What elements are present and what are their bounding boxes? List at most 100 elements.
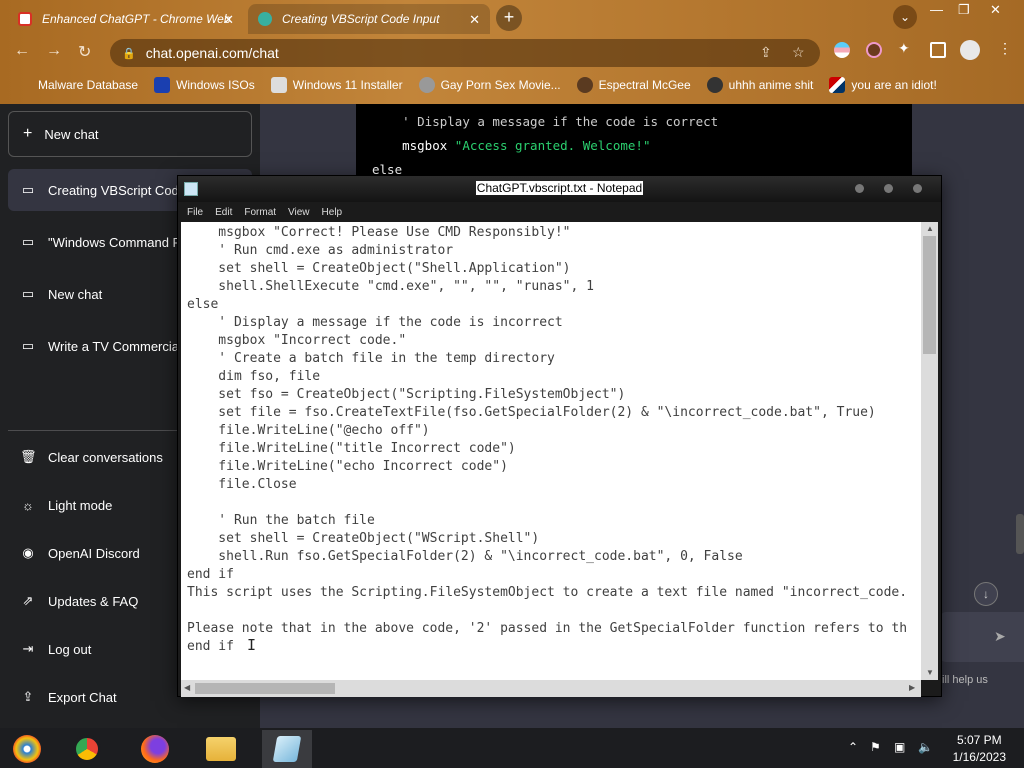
bookmark-windows-isos[interactable]: Windows ISOs <box>154 77 255 93</box>
more-menu-icon[interactable]: ⋮ <box>998 40 1014 56</box>
plus-icon: + <box>23 125 33 142</box>
taskbar-notepad[interactable] <box>262 730 312 768</box>
bookmark-malware-database[interactable]: Malware Database <box>38 78 138 92</box>
site-icon <box>576 77 593 93</box>
tab-close-icon[interactable]: ✕ <box>223 12 234 28</box>
side-panel-icon[interactable] <box>930 42 946 58</box>
action-center-flag-icon[interactable]: ⚑ <box>870 740 881 754</box>
trash-icon: 🗑 <box>20 449 37 464</box>
code-token: msgbox <box>402 138 455 153</box>
scroll-down-button[interactable]: ↓ <box>974 582 998 606</box>
lock-icon[interactable]: 🔒 <box>122 47 136 60</box>
chat-bubble-icon: ▭ <box>21 286 35 301</box>
chat-scrollbar[interactable] <box>1016 514 1024 554</box>
notepad-line: This script uses the Scripting.FileSyste… <box>187 585 908 600</box>
tab-title: Creating VBScript Code Input <box>282 12 440 26</box>
notepad-line: file.Close <box>187 477 297 492</box>
notepad-menu-bar: File Edit Format View Help <box>181 202 938 222</box>
bookmark-windows-11-installer[interactable]: Windows 11 Installer <box>270 77 403 93</box>
address-bar[interactable]: 🔒 chat.openai.com/chat ⇪ ☆ <box>110 39 820 67</box>
menu-file[interactable]: File <box>187 207 203 218</box>
code-line: msgbox "Access granted. Welcome!" <box>372 134 896 158</box>
profile-avatar-icon[interactable] <box>960 40 980 60</box>
notepad-line: msgbox "Incorrect code." <box>187 333 407 348</box>
notepad-line: set shell = CreateObject("Shell.Applicat… <box>187 261 571 276</box>
taskbar-file-explorer[interactable] <box>196 730 246 768</box>
tab-title: Enhanced ChatGPT - Chrome Web <box>42 12 231 26</box>
bookmark-espectral-mcgee[interactable]: Espectral McGee <box>576 77 691 93</box>
notepad-text-area[interactable]: msgbox "Correct! Please Use CMD Responsi… <box>181 222 921 680</box>
notepad-title-wrapper: ChatGPT.vbscript.txt - Notepad <box>178 181 941 195</box>
extensions-puzzle-icon[interactable]: ✦ <box>898 40 914 56</box>
volume-icon[interactable]: 🔈 <box>918 740 933 754</box>
tab-search-icon[interactable]: ⌄ <box>893 5 917 29</box>
bookmark-label: Windows 11 Installer <box>292 78 403 92</box>
show-hidden-icons-icon[interactable]: ⌃ <box>848 740 858 754</box>
clock-date: 1/16/2023 <box>952 750 1006 764</box>
action-label: OpenAI Discord <box>48 545 140 561</box>
new-tab-button[interactable]: + <box>496 5 522 31</box>
start-button[interactable] <box>2 730 52 768</box>
taskbar-firefox[interactable] <box>130 730 180 768</box>
tab-creating-vbscript[interactable]: Creating VBScript Code Input ✕ <box>248 4 490 34</box>
bookmark-star-icon[interactable]: ☆ <box>792 44 805 61</box>
browser-chrome: Enhanced ChatGPT - Chrome Web ✕ Creating… <box>0 0 1024 104</box>
scroll-up-arrow-icon[interactable]: ▲ <box>926 224 934 233</box>
extension-flag-icon[interactable] <box>834 42 850 58</box>
chat-bubble-icon: ▭ <box>21 182 35 197</box>
taskbar-chrome[interactable] <box>62 730 112 768</box>
code-line: ' Display a message if the code is corre… <box>372 110 896 134</box>
chat-input[interactable] <box>940 612 1024 662</box>
tab-close-icon[interactable]: ✕ <box>469 12 480 28</box>
menu-view[interactable]: View <box>288 207 310 218</box>
bookmark-anime[interactable]: uhhh anime shit <box>706 77 813 93</box>
minimize-icon[interactable] <box>855 184 864 193</box>
page-icon <box>270 77 287 93</box>
chat-code-block: ' Display a message if the code is corre… <box>356 104 912 184</box>
notepad-line <box>187 602 915 620</box>
back-icon[interactable]: ← <box>14 42 30 60</box>
extension-avatar-icon[interactable] <box>866 42 882 58</box>
vertical-scrollbar[interactable]: ▲ ▼ <box>921 222 938 680</box>
restore-icon[interactable]: ❐ <box>958 2 970 18</box>
conversation-title: New chat <box>48 286 103 302</box>
notepad-line: Please note that in the above code, '2' … <box>187 621 908 636</box>
minimize-icon[interactable]: — <box>930 2 943 17</box>
notepad-line: msgbox "Correct! Please Use CMD Responsi… <box>187 225 571 240</box>
menu-format[interactable]: Format <box>244 207 276 218</box>
share-icon[interactable]: ⇪ <box>760 44 772 61</box>
network-icon[interactable]: ▣ <box>894 740 905 754</box>
horizontal-scrollbar[interactable]: ◀ ▶ <box>181 680 921 697</box>
bookmark-label: Malware Database <box>38 78 139 92</box>
site-icon <box>706 77 723 93</box>
menu-edit[interactable]: Edit <box>215 207 232 218</box>
scroll-down-arrow-icon[interactable]: ▼ <box>926 668 934 677</box>
maximize-icon[interactable] <box>884 184 893 193</box>
system-clock[interactable]: 5:07 PM 1/16/2023 <box>953 732 1006 766</box>
action-label: Light mode <box>48 497 113 513</box>
new-chat-button[interactable]: + New chat <box>8 111 252 157</box>
action-label: Clear conversations <box>48 449 163 465</box>
conversation-title: Creating VBScript Code <box>48 182 187 198</box>
bookmark-movie[interactable]: Gay Porn Sex Movie... <box>418 77 561 93</box>
notepad-line: ' Run cmd.exe as administrator <box>187 243 454 258</box>
notepad-line: ' Create a batch file in the temp direct… <box>187 351 555 366</box>
vertical-scroll-thumb[interactable] <box>923 236 936 354</box>
scroll-left-arrow-icon[interactable]: ◀ <box>184 683 190 692</box>
notepad-line: set shell = CreateObject("WScript.Shell"… <box>187 531 540 546</box>
send-icon[interactable]: ➤ <box>994 628 1006 645</box>
reload-icon[interactable]: ↻ <box>78 42 91 62</box>
close-icon[interactable] <box>913 184 922 193</box>
horizontal-scroll-thumb[interactable] <box>195 683 335 694</box>
notepad-line: set file = fso.CreateTextFile(fso.GetSpe… <box>187 405 876 420</box>
close-window-icon[interactable]: ✕ <box>990 2 1001 18</box>
scroll-right-arrow-icon[interactable]: ▶ <box>909 683 915 692</box>
bookmark-label: Gay Porn Sex Movie... <box>440 78 561 92</box>
bookmark-label: Espectral McGee <box>598 78 691 92</box>
tab-enhanced-chatgpt[interactable]: Enhanced ChatGPT - Chrome Web ✕ <box>8 4 244 34</box>
conversation-title: "Windows Command P <box>48 234 182 250</box>
bookmark-you-are-an-idiot[interactable]: you are an idiot! <box>829 77 937 93</box>
forward-icon[interactable]: → <box>46 42 62 60</box>
notepad-title-bar[interactable]: ChatGPT.vbscript.txt - Notepad <box>178 176 941 202</box>
menu-help[interactable]: Help <box>322 207 343 218</box>
